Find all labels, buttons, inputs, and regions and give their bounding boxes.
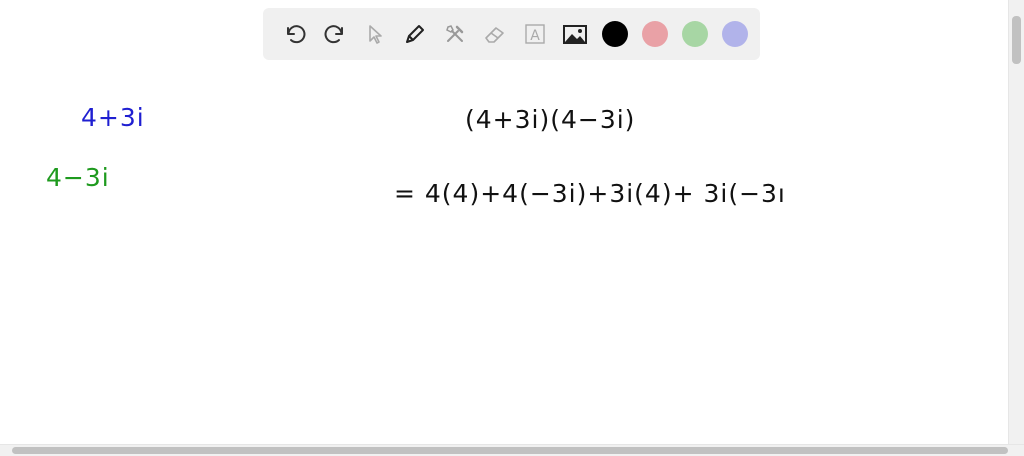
undo-icon [287, 25, 306, 44]
pointer-icon [369, 25, 382, 44]
drawing-toolbar: A [263, 8, 760, 60]
work-line-1: (4+3i)(4−3i) [465, 105, 636, 134]
text-icon-glyph: A [530, 28, 540, 44]
redo-icon [324, 25, 343, 44]
redo-button[interactable] [315, 14, 355, 54]
note-blue: 4+3i [81, 103, 145, 132]
tools-icon [446, 25, 464, 42]
tools-button[interactable] [435, 14, 475, 54]
eraser-icon [485, 27, 504, 43]
image-button[interactable] [555, 14, 595, 54]
whiteboard-canvas[interactable]: 4+3i 4−3i (4+3i)(4−3i) = 4(4)+4(−3i)+3i(… [0, 60, 1008, 444]
text-icon: A [525, 24, 545, 44]
undo-button[interactable] [275, 14, 315, 54]
note-green: 4−3i [46, 163, 110, 192]
image-icon [563, 25, 587, 44]
pen-button[interactable] [395, 14, 435, 54]
vertical-scrollbar[interactable] [1008, 0, 1024, 444]
color-pink[interactable] [642, 21, 668, 47]
pen-icon [406, 25, 424, 43]
horizontal-scroll-thumb[interactable] [12, 447, 1008, 454]
text-button[interactable]: A [515, 14, 555, 54]
color-green[interactable] [682, 21, 708, 47]
color-black[interactable] [602, 21, 628, 47]
vertical-scroll-thumb[interactable] [1012, 16, 1021, 64]
eraser-button[interactable] [475, 14, 515, 54]
work-line-2: = 4(4)+4(−3i)+3i(4)+ 3i(−3ı [394, 179, 786, 208]
color-lavender[interactable] [722, 21, 748, 47]
pointer-button[interactable] [355, 14, 395, 54]
horizontal-scrollbar[interactable] [0, 444, 1024, 456]
